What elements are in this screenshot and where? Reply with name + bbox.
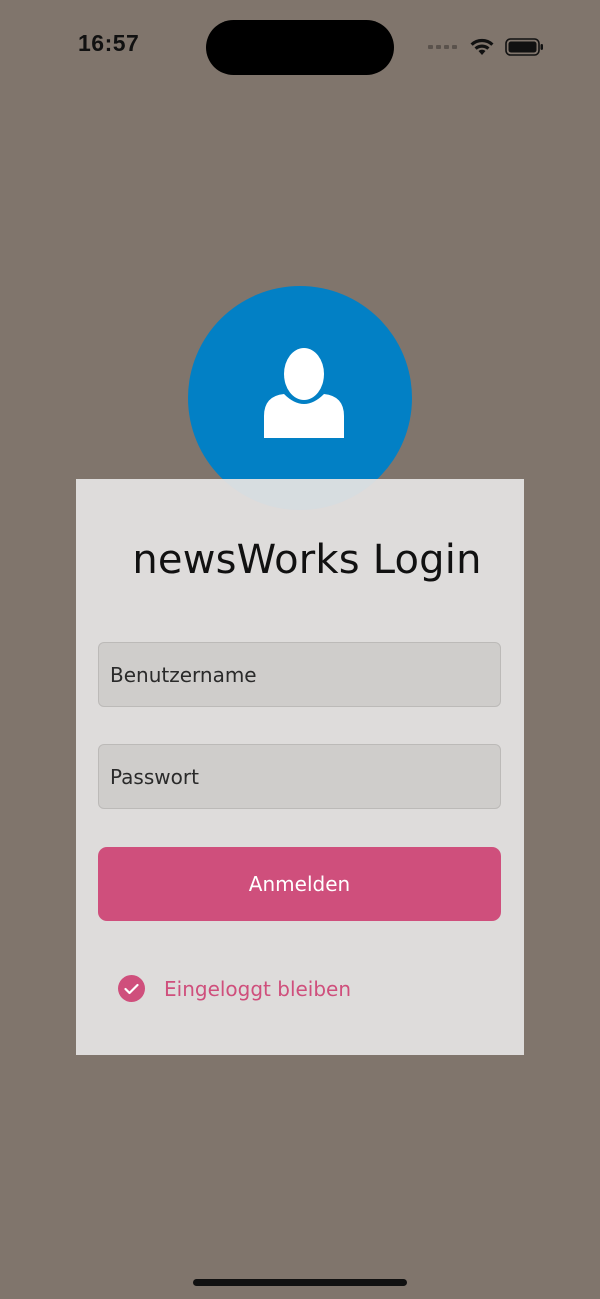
username-input[interactable] bbox=[98, 642, 501, 707]
status-icons bbox=[428, 34, 545, 60]
dynamic-island bbox=[206, 20, 394, 75]
password-input[interactable] bbox=[98, 744, 501, 809]
login-card: newsWorks Login Anmelden Eingeloggt blei… bbox=[76, 479, 524, 1055]
remember-me-label[interactable]: Eingeloggt bleiben bbox=[164, 977, 351, 1001]
checkmark-icon[interactable] bbox=[118, 975, 145, 1002]
status-bar: 16:57 bbox=[0, 0, 600, 96]
battery-icon bbox=[505, 38, 543, 56]
status-time: 16:57 bbox=[78, 30, 140, 56]
home-indicator[interactable] bbox=[193, 1279, 407, 1286]
wifi-icon bbox=[470, 38, 494, 55]
cellular-signal-icon bbox=[428, 45, 457, 49]
login-button[interactable]: Anmelden bbox=[98, 847, 501, 921]
remember-me-toggle[interactable]: Eingeloggt bleiben bbox=[118, 975, 351, 1002]
user-icon bbox=[264, 348, 344, 438]
avatar bbox=[188, 286, 412, 510]
page-title: newsWorks Login bbox=[132, 537, 482, 583]
